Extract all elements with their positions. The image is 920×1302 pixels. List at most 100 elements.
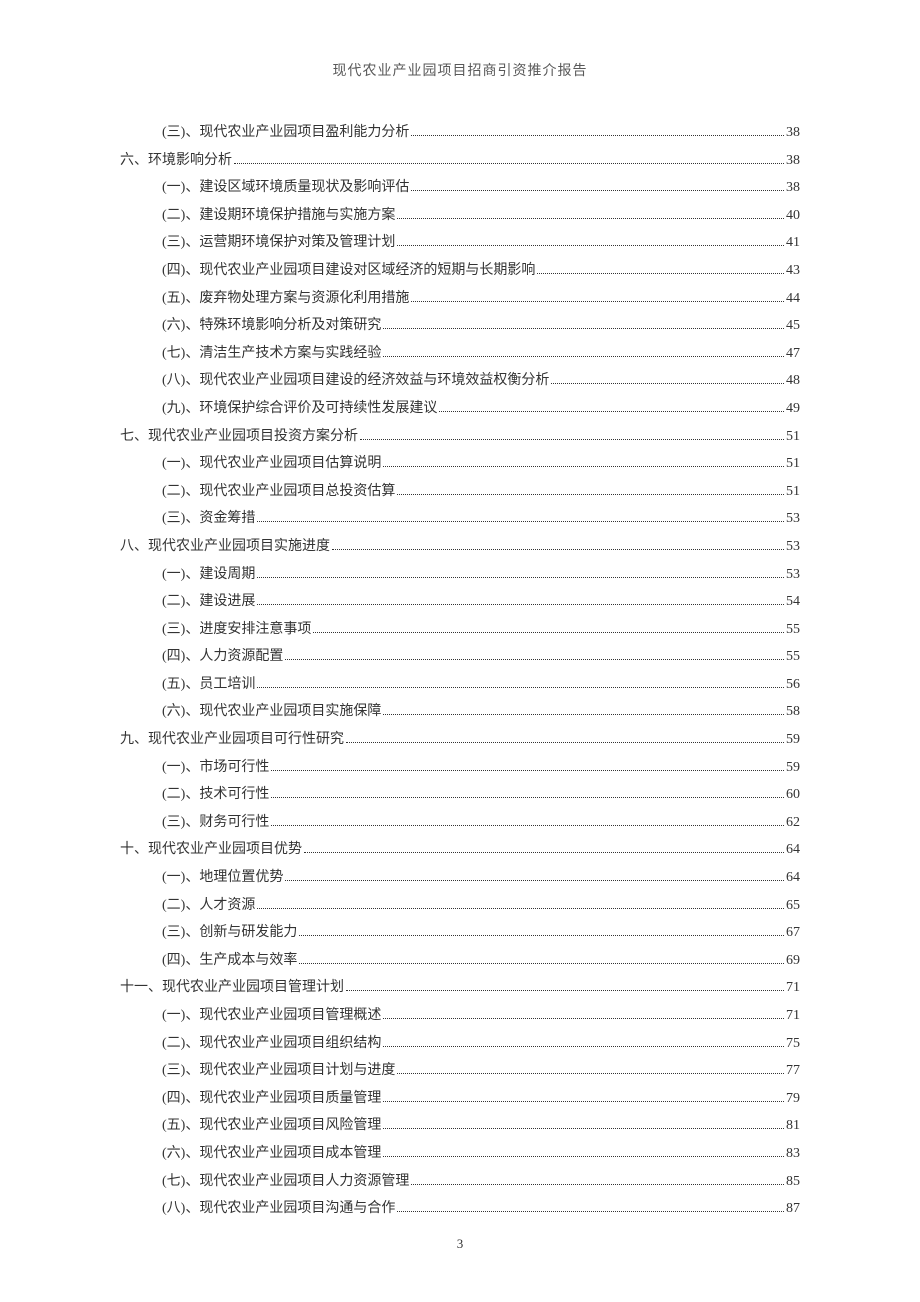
- toc-entry: (三)、现代农业产业园项目计划与进度77: [120, 1058, 800, 1085]
- toc-leader-dots: [383, 714, 784, 715]
- toc-leader-dots: [346, 742, 784, 743]
- toc-leader-dots: [383, 1101, 784, 1102]
- toc-leader-dots: [257, 521, 784, 522]
- toc-leader-dots: [285, 880, 784, 881]
- page-number: 3: [0, 1236, 920, 1252]
- toc-entry-page: 58: [786, 699, 800, 726]
- toc-entry-text: (一)、现代农业产业园项目管理概述: [162, 1003, 381, 1030]
- toc-entry-text: (二)、人才资源: [162, 893, 255, 920]
- toc-entry-page: 43: [786, 258, 800, 285]
- toc-entry-page: 85: [786, 1169, 800, 1196]
- toc-entry: (六)、特殊环境影响分析及对策研究45: [120, 313, 800, 340]
- toc-entry: (五)、员工培训56: [120, 672, 800, 699]
- toc-entry: 九、现代农业产业园项目可行性研究59: [120, 727, 800, 754]
- toc-leader-dots: [397, 494, 784, 495]
- toc-entry-text: (八)、现代农业产业园项目建设的经济效益与环境效益权衡分析: [162, 368, 549, 395]
- toc-entry-text: (三)、财务可行性: [162, 810, 269, 837]
- toc-leader-dots: [346, 990, 784, 991]
- toc-entry-page: 62: [786, 810, 800, 837]
- toc-entry-text: (一)、建设区域环境质量现状及影响评估: [162, 175, 409, 202]
- toc-entry-page: 81: [786, 1113, 800, 1140]
- toc-entry-page: 67: [786, 920, 800, 947]
- toc-entry: 八、现代农业产业园项目实施进度53: [120, 534, 800, 561]
- toc-entry-text: (三)、运营期环境保护对策及管理计划: [162, 230, 395, 257]
- toc-leader-dots: [411, 1184, 784, 1185]
- toc-entry: (二)、现代农业产业园项目总投资估算51: [120, 479, 800, 506]
- toc-entry-page: 45: [786, 313, 800, 340]
- toc-entry: (二)、现代农业产业园项目组织结构75: [120, 1031, 800, 1058]
- toc-entry-text: 十一、现代农业产业园项目管理计划: [120, 975, 344, 1002]
- toc-leader-dots: [304, 852, 784, 853]
- toc-leader-dots: [397, 1211, 784, 1212]
- toc-entry: (四)、现代农业产业园项目建设对区域经济的短期与长期影响43: [120, 258, 800, 285]
- toc-leader-dots: [271, 770, 784, 771]
- toc-leader-dots: [299, 963, 784, 964]
- toc-entry-text: (一)、地理位置优势: [162, 865, 283, 892]
- toc-entry: (二)、人才资源 65: [120, 893, 800, 920]
- toc-leader-dots: [360, 439, 784, 440]
- toc-entry-page: 38: [786, 120, 800, 147]
- toc-entry-text: (七)、现代农业产业园项目人力资源管理: [162, 1169, 409, 1196]
- toc-entry-text: (二)、现代农业产业园项目组织结构: [162, 1031, 381, 1058]
- toc-entry-page: 59: [786, 755, 800, 782]
- toc-leader-dots: [234, 163, 784, 164]
- toc-entry: (一)、现代农业产业园项目估算说明 51: [120, 451, 800, 478]
- toc-entry-text: (三)、创新与研发能力: [162, 920, 297, 947]
- toc-entry-text: 九、现代农业产业园项目可行性研究: [120, 727, 344, 754]
- toc-leader-dots: [537, 273, 784, 274]
- toc-entry-page: 64: [786, 865, 800, 892]
- toc-entry: (五)、废弃物处理方案与资源化利用措施44: [120, 286, 800, 313]
- toc-entry-page: 51: [786, 479, 800, 506]
- toc-entry-text: 十、现代农业产业园项目优势: [120, 837, 302, 864]
- toc-entry-page: 65: [786, 893, 800, 920]
- toc-entry-page: 71: [786, 975, 800, 1002]
- toc-entry-text: (九)、环境保护综合评价及可持续性发展建议: [162, 396, 437, 423]
- toc-leader-dots: [383, 328, 784, 329]
- toc-entry-page: 55: [786, 617, 800, 644]
- toc-entry: 七、现代农业产业园项目投资方案分析51: [120, 424, 800, 451]
- toc-entry: (八)、现代农业产业园项目沟通与合作87: [120, 1196, 800, 1223]
- toc-leader-dots: [439, 411, 784, 412]
- toc-entry: (三)、现代农业产业园项目盈利能力分析 38: [120, 120, 800, 147]
- toc-entry-page: 38: [786, 175, 800, 202]
- toc-leader-dots: [397, 218, 784, 219]
- toc-leader-dots: [383, 1128, 784, 1129]
- toc-entry: (一)、现代农业产业园项目管理概述71: [120, 1003, 800, 1030]
- toc-entry-page: 38: [786, 148, 800, 175]
- toc-entry: (二)、建设期环境保护措施与实施方案40: [120, 203, 800, 230]
- toc-entry: (一)、地理位置优势 64: [120, 865, 800, 892]
- page-header-title: 现代农业产业园项目招商引资推介报告: [120, 60, 800, 80]
- toc-entry-page: 54: [786, 589, 800, 616]
- toc-leader-dots: [383, 1018, 784, 1019]
- toc-entry-page: 48: [786, 368, 800, 395]
- toc-entry: (二)、建设进展54: [120, 589, 800, 616]
- table-of-contents: (三)、现代农业产业园项目盈利能力分析38六、环境影响分析38(一)、建设区域环…: [120, 120, 800, 1223]
- toc-entry-text: (五)、现代农业产业园项目风险管理: [162, 1113, 381, 1140]
- toc-leader-dots: [551, 383, 784, 384]
- toc-entry-text: (五)、废弃物处理方案与资源化利用措施: [162, 286, 409, 313]
- toc-entry: (六)、现代农业产业园项目成本管理83: [120, 1141, 800, 1168]
- toc-entry: (七)、清洁生产技术方案与实践经验47: [120, 341, 800, 368]
- toc-leader-dots: [285, 659, 784, 660]
- toc-entry: 十、现代农业产业园项目优势64: [120, 837, 800, 864]
- toc-leader-dots: [383, 466, 784, 467]
- toc-leader-dots: [299, 935, 784, 936]
- toc-entry-text: (七)、清洁生产技术方案与实践经验: [162, 341, 381, 368]
- toc-entry-text: (三)、现代农业产业园项目计划与进度: [162, 1058, 395, 1085]
- toc-entry: (七)、现代农业产业园项目人力资源管理 85: [120, 1169, 800, 1196]
- toc-entry-text: (一)、现代农业产业园项目估算说明: [162, 451, 381, 478]
- toc-entry-page: 53: [786, 506, 800, 533]
- toc-entry-page: 56: [786, 672, 800, 699]
- toc-leader-dots: [383, 356, 784, 357]
- toc-entry: (三)、创新与研发能力 67: [120, 920, 800, 947]
- toc-entry-text: 八、现代农业产业园项目实施进度: [120, 534, 330, 561]
- toc-entry: (六)、现代农业产业园项目实施保障58: [120, 699, 800, 726]
- toc-entry-text: (三)、现代农业产业园项目盈利能力分析: [162, 120, 409, 147]
- toc-leader-dots: [383, 1046, 784, 1047]
- toc-entry-text: (六)、现代农业产业园项目成本管理: [162, 1141, 381, 1168]
- toc-entry-text: 七、现代农业产业园项目投资方案分析: [120, 424, 358, 451]
- toc-entry-page: 51: [786, 451, 800, 478]
- toc-entry: (一)、市场可行性59: [120, 755, 800, 782]
- toc-leader-dots: [397, 245, 784, 246]
- toc-entry-page: 69: [786, 948, 800, 975]
